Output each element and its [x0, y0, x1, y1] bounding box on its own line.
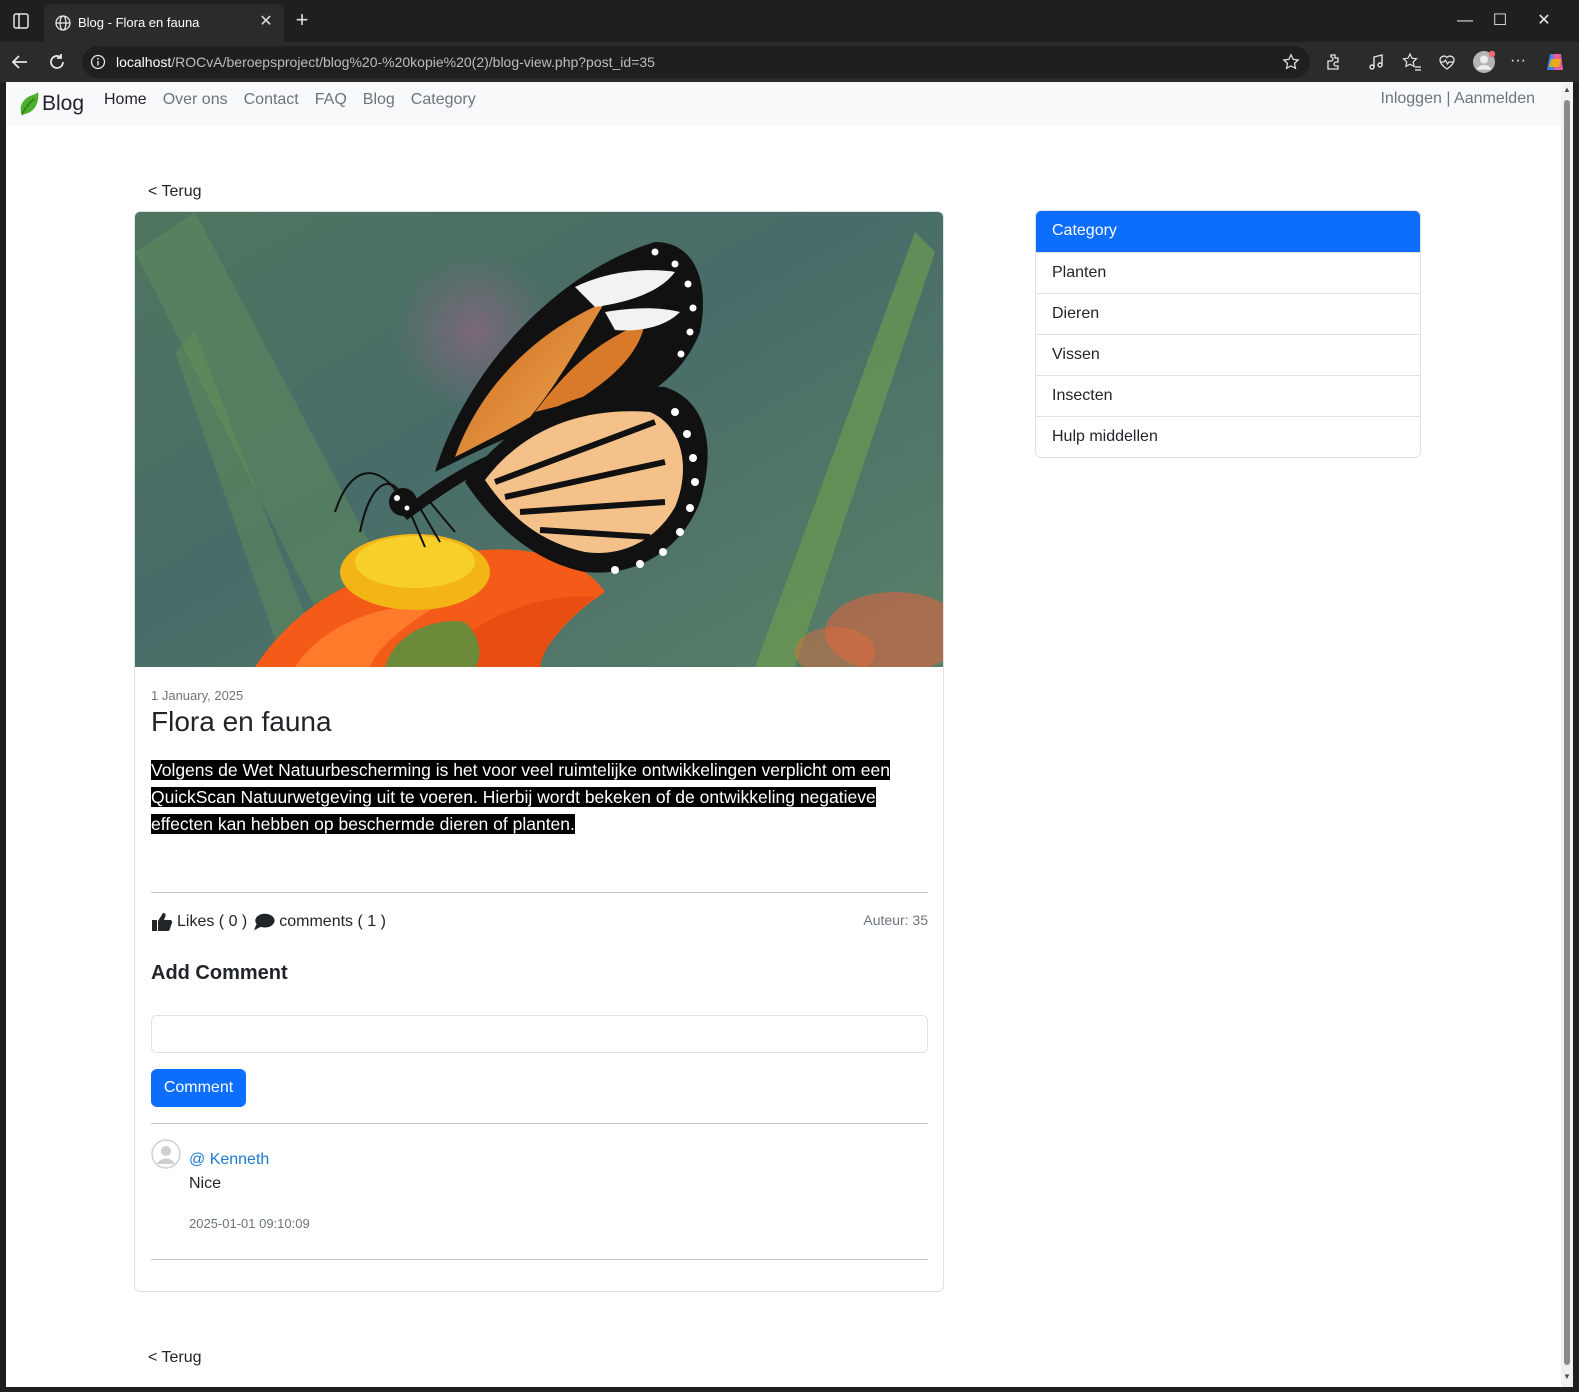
comments-count[interactable]: comments ( 1 ) [279, 913, 386, 931]
post-image [135, 212, 943, 667]
add-comment-title: Add Comment [151, 962, 288, 984]
leaf-logo-icon [20, 92, 39, 116]
nav-link-contact[interactable]: Contact [244, 90, 299, 110]
url-host: localhost [116, 54, 172, 70]
likes-count[interactable]: Likes ( 0 ) [177, 913, 247, 931]
divider [151, 1259, 928, 1260]
url-text[interactable]: localhost/ROCvA/beroepsproject/blog%20-%… [116, 54, 655, 70]
site-navbar: Blog Home Over ons Contact FAQ Blog Cate… [6, 82, 1561, 126]
login-link[interactable]: Inloggen [1380, 90, 1441, 107]
nav-link-blog[interactable]: Blog [363, 90, 395, 110]
comment-username[interactable]: @ Kenneth [189, 1151, 269, 1169]
post-card: 1 January, 2025 Flora en fauna Volgens d… [134, 211, 944, 1292]
browser-window: Blog - Flora en fauna ✕ + — ☐ ✕ localhos… [0, 0, 1579, 1392]
page-scrollbar[interactable]: ▲ ▼ [1561, 82, 1573, 1387]
post-body-line: QuickScan Natuurwetgeving uit te voeren.… [151, 787, 876, 807]
nav-link-category[interactable]: Category [411, 90, 476, 110]
comment-submit-button[interactable]: Comment [151, 1069, 246, 1107]
new-tab-icon[interactable]: + [290, 9, 314, 33]
site-info-icon[interactable] [90, 54, 106, 70]
browser-tab[interactable]: Blog - Flora en fauna ✕ [44, 4, 284, 42]
thumbs-up-icon[interactable] [151, 912, 173, 932]
favorite-star-icon[interactable] [1282, 53, 1300, 71]
category-list-header: Category [1036, 211, 1420, 252]
comment-timestamp: 2025-01-01 09:10:09 [189, 1216, 310, 1231]
post-author: Auteur: 35 [863, 912, 928, 928]
back-link-bottom[interactable]: < Terug [148, 1349, 202, 1367]
post-body-line: Volgens de Wet Natuurbescherming is het … [151, 760, 890, 780]
tab-title: Blog - Flora en fauna [78, 15, 200, 30]
commenter-avatar [151, 1139, 181, 1169]
category-item-vissen[interactable]: Vissen [1036, 334, 1420, 375]
browser-toolbar: localhost/ROCvA/beroepsproject/blog%20-%… [0, 42, 1579, 82]
brand-link[interactable]: Blog [18, 88, 84, 120]
category-list: Category Planten Dieren Vissen Insecten … [1035, 210, 1421, 458]
favorites-icon[interactable] [1402, 52, 1422, 72]
comment-text: Nice [189, 1175, 222, 1192]
post-title: Flora en fauna [151, 706, 332, 737]
post-meta: Likes ( 0 ) comments ( 1 ) [151, 912, 386, 932]
auth-links: Inloggen | Aanmelden [1380, 90, 1535, 108]
page-viewport: Blog Home Over ons Contact FAQ Blog Cate… [6, 82, 1561, 1387]
back-link-top[interactable]: < Terug [148, 183, 202, 201]
divider [151, 892, 928, 893]
back-arrow-icon[interactable] [8, 50, 32, 74]
minimize-icon[interactable]: — [1452, 8, 1478, 34]
profile-avatar-icon[interactable] [1472, 50, 1496, 74]
post-body-line: effecten kan hebben op beschermde dieren… [151, 814, 575, 834]
category-item-planten[interactable]: Planten [1036, 252, 1420, 293]
category-item-insecten[interactable]: Insecten [1036, 375, 1420, 416]
tab-actions-icon[interactable] [10, 10, 32, 32]
more-options-icon[interactable]: ··· [1508, 52, 1528, 72]
close-window-icon[interactable]: ✕ [1531, 8, 1557, 34]
comment-input[interactable] [151, 1015, 928, 1053]
url-path: /ROCvA/beroepsproject/blog%20-%20kopie%2… [171, 54, 655, 70]
brand-text: Blog [42, 92, 85, 115]
comment-bubble-icon[interactable] [253, 912, 275, 932]
tab-strip: Blog - Flora en fauna ✕ + — ☐ ✕ [0, 0, 1579, 42]
nav-link-faq[interactable]: FAQ [315, 90, 347, 110]
register-link[interactable]: Aanmelden [1454, 90, 1535, 107]
copilot-icon[interactable] [1544, 51, 1566, 73]
scrollbar-thumb[interactable] [1564, 100, 1570, 1365]
category-item-hulp-middellen[interactable]: Hulp middellen [1036, 416, 1420, 457]
close-tab-icon[interactable]: ✕ [256, 12, 276, 32]
scroll-up-icon[interactable]: ▲ [1563, 86, 1571, 94]
post-date: 1 January, 2025 [151, 688, 244, 703]
nav-links: Home Over ons Contact FAQ Blog Category [104, 90, 492, 110]
auth-separator: | [1446, 90, 1451, 107]
divider [151, 1123, 928, 1124]
reload-icon[interactable] [45, 50, 69, 74]
nav-link-over-ons[interactable]: Over ons [163, 90, 228, 110]
maximize-icon[interactable]: ☐ [1487, 8, 1513, 34]
scroll-down-icon[interactable]: ▼ [1563, 1373, 1571, 1381]
nav-link-home[interactable]: Home [104, 90, 147, 110]
address-bar[interactable]: localhost/ROCvA/beroepsproject/blog%20-%… [82, 46, 1310, 78]
post-body: Volgens de Wet Natuurbescherming is het … [151, 757, 931, 838]
globe-icon [55, 15, 71, 31]
media-icon[interactable] [1366, 52, 1386, 72]
extensions-icon[interactable] [1324, 52, 1344, 72]
category-item-dieren[interactable]: Dieren [1036, 293, 1420, 334]
browser-essentials-icon[interactable] [1437, 52, 1457, 72]
